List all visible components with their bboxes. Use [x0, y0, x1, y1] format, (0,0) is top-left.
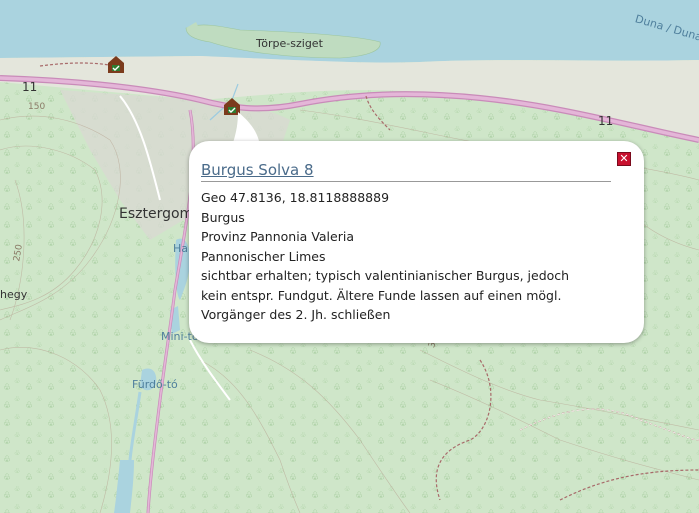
popup-line-geo: Geo 47.8136, 18.8118888889 — [201, 190, 390, 205]
info-popup: Burgus Solva 8 ✕ Geo 47.8136, 18.8118888… — [189, 141, 644, 343]
popup-line-limes: Pannonischer Limes — [201, 248, 326, 264]
popup-line-description-3: Vorgänger des 2. Jh. schließen — [201, 307, 391, 322]
popup-line-province: Provinz Pannonia Valeria — [201, 229, 354, 244]
popup-title-link[interactable]: Burgus Solva 8 — [201, 161, 611, 182]
popup-line-description-2: kein entspr. Fundgut. Ältere Funde lasse… — [201, 287, 562, 303]
close-icon[interactable]: ✕ — [617, 152, 631, 166]
hill-label: hegy — [0, 288, 28, 301]
road-number-left: 11 — [22, 80, 38, 94]
lake-label-ha: Ha — [173, 242, 189, 255]
popup-line-type: Burgus — [201, 209, 245, 225]
lake-label-furdo-to: Fürdő-tó — [132, 378, 178, 391]
island-label: Törpe-sziget — [256, 37, 323, 50]
popup-line-description-1: sichtbar erhalten; typisch valentinianis… — [201, 268, 570, 283]
contour-label-150: 150 — [28, 102, 46, 112]
popup-body: Geo 47.8136, 18.8118888889 Burgus Provin… — [201, 188, 621, 325]
road-number-right: 11 — [598, 114, 614, 128]
town-label: Esztergom — [119, 206, 194, 222]
